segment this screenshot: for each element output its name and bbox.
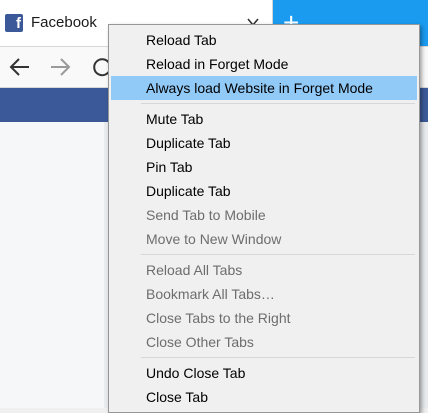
menu-item-reload-all-tabs: Reload All Tabs bbox=[146, 262, 243, 278]
menu-item-send-tab-to-mobile: Send Tab to Mobile bbox=[146, 207, 266, 223]
menu-item-mute-tab[interactable]: Mute Tab bbox=[111, 107, 417, 131]
menu-item-close-other-tabs: Close Other Tabs bbox=[146, 334, 254, 350]
menu-item-close-tab[interactable]: Close Tab bbox=[111, 385, 417, 409]
menu-item-move-to-new-window: Move to New Window bbox=[146, 231, 282, 247]
menu-item-reload-tab[interactable]: Reload Tab bbox=[111, 28, 417, 52]
menu-separator bbox=[141, 357, 415, 358]
menu-item-undo-close-tab[interactable]: Undo Close Tab bbox=[111, 361, 417, 385]
menu-item-always-load-forget-mode[interactable]: Always load Website in Forget Mode bbox=[111, 76, 417, 100]
menu-separator bbox=[141, 254, 415, 255]
menu-item-bookmark-all-tabs: Bookmark All Tabs… bbox=[146, 286, 275, 302]
menu-item-reload-forget-mode[interactable]: Reload in Forget Mode bbox=[111, 52, 417, 76]
menu-item-pin-tab[interactable]: Pin Tab bbox=[111, 155, 417, 179]
tab-context-menu: Reload Tab Reload in Forget Mode Always … bbox=[108, 24, 420, 413]
forward-arrow-icon[interactable] bbox=[46, 53, 74, 81]
menu-item-duplicate-tab[interactable]: Duplicate Tab bbox=[111, 131, 417, 155]
menu-separator bbox=[141, 103, 415, 104]
menu-item-duplicate-tab-2[interactable]: Duplicate Tab bbox=[111, 179, 417, 203]
tab-title: Facebook bbox=[31, 14, 97, 31]
menu-item-close-tabs-right: Close Tabs to the Right bbox=[146, 310, 291, 326]
facebook-favicon-icon: f bbox=[5, 14, 23, 32]
page-sidebar bbox=[0, 122, 104, 408]
back-arrow-icon[interactable] bbox=[6, 53, 34, 81]
